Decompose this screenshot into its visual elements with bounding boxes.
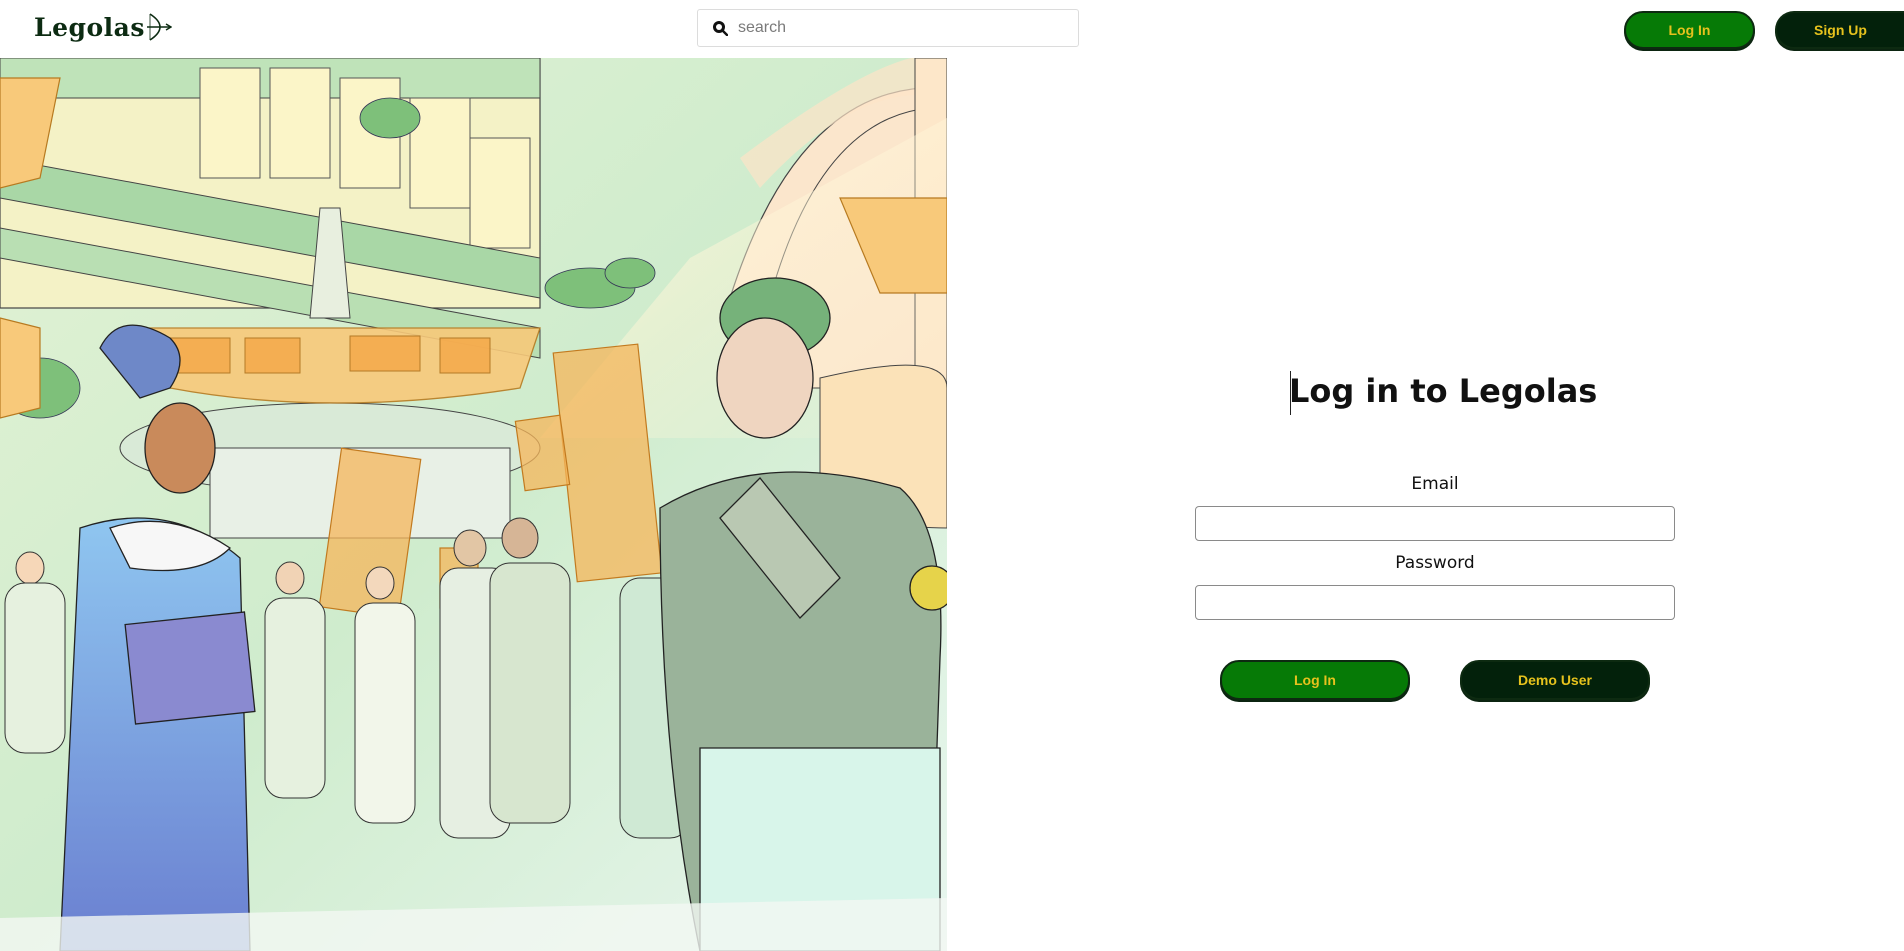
search-icon (713, 21, 728, 36)
login-button[interactable]: Log In (1220, 660, 1410, 700)
logo-link[interactable]: Legolas (34, 12, 172, 42)
logo-text: Legolas (34, 12, 145, 42)
header-login-button[interactable]: Log In (1624, 11, 1755, 49)
futuristic-city-illustration (0, 58, 947, 951)
header-signup-button[interactable]: Sign Up (1775, 11, 1904, 49)
email-field[interactable] (1195, 506, 1675, 541)
bow-arrow-icon (146, 13, 172, 41)
demo-user-button[interactable]: Demo User (1460, 660, 1650, 700)
email-label: Email (1411, 474, 1459, 494)
hero-illustration (0, 58, 947, 951)
password-label: Password (1395, 553, 1475, 573)
password-field[interactable] (1195, 585, 1675, 620)
search-input[interactable] (736, 18, 1070, 38)
top-nav: Legolas Log In Sign Up (0, 0, 1904, 58)
login-title: Log in to Legolas (1289, 372, 1598, 410)
search-bar[interactable] (697, 9, 1079, 47)
